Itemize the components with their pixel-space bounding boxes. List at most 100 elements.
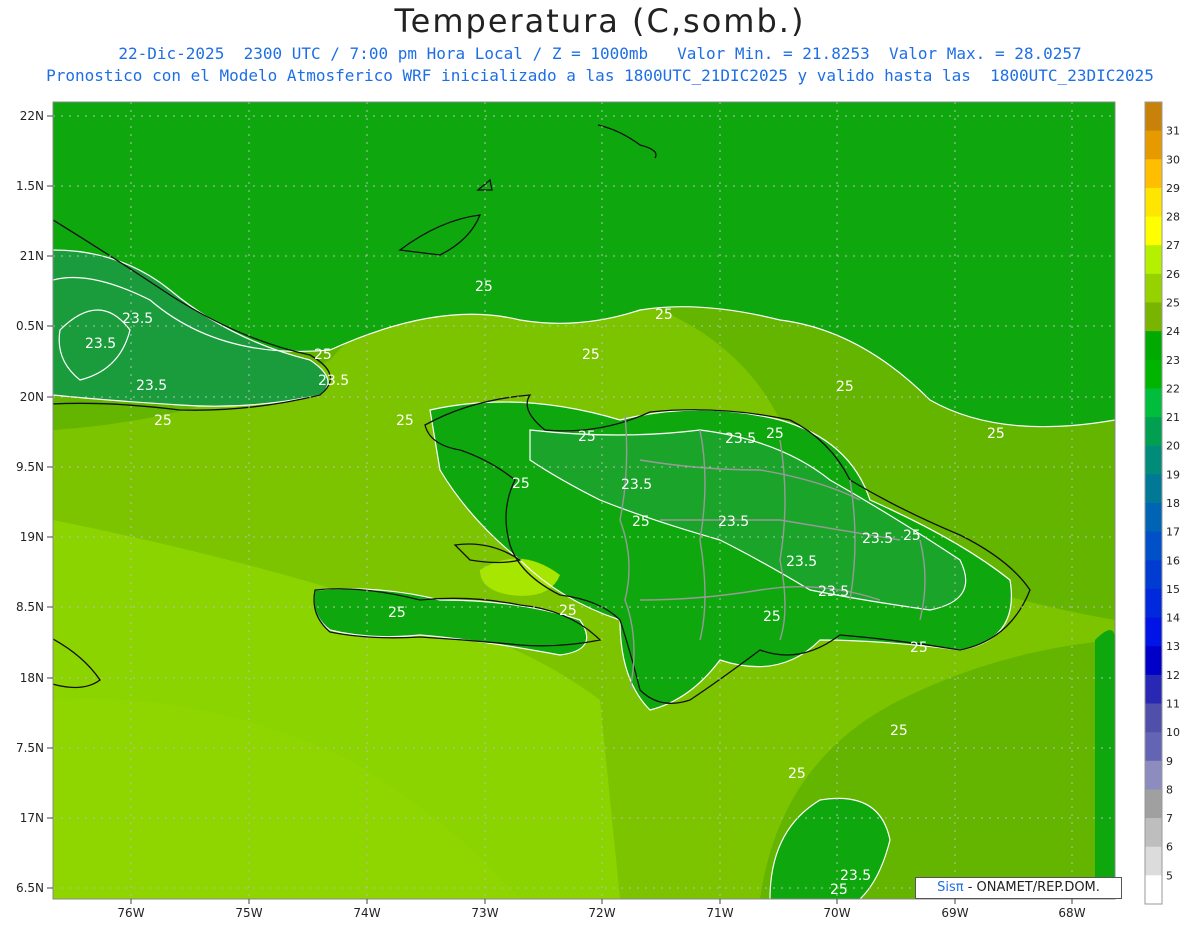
legend-swatch [1145, 245, 1162, 275]
contour-label: 25 [766, 426, 784, 442]
contour-label: 25 [559, 603, 577, 619]
color-legend: 31 30 29 28 27 26 25 24 23 22 21 20 19 18 17 16 15 14 13 12… [1144, 101, 1180, 905]
legend-label: 5 [1166, 869, 1173, 882]
contour-label: 25 [154, 413, 172, 429]
legend-swatch [1145, 273, 1162, 303]
legend-swatch [1145, 359, 1162, 389]
legend-swatch [1145, 789, 1162, 819]
lat-tick-label: 6.5N [16, 881, 44, 895]
legend-label: 27 [1166, 239, 1180, 252]
contour-label: 23.5 [786, 554, 817, 570]
contour-label: 23.5 [136, 378, 167, 394]
contour-label: 23.5 [621, 477, 652, 493]
legend-label: 16 [1166, 554, 1180, 567]
legend-label: 14 [1166, 612, 1180, 625]
legend-swatch [1145, 417, 1162, 447]
contour-label: 25 [890, 723, 908, 739]
longitude-axis: 76W 75W 74W 73W 72W 71W 70W 69W 68W [117, 906, 1085, 920]
legend-swatch [1145, 388, 1162, 418]
contour-label: 23.5 [718, 514, 749, 530]
legend-swatch [1145, 331, 1162, 361]
legend-label: 9 [1166, 755, 1173, 768]
lat-tick-label: 7.5N [16, 741, 44, 755]
contour-label: 25 [910, 640, 928, 656]
legend-label: 29 [1166, 182, 1180, 195]
contour-label: 25 [763, 609, 781, 625]
contour-label: 23.5 [818, 584, 849, 600]
lon-tick-label: 68W [1058, 906, 1085, 920]
legend-label: 24 [1166, 325, 1180, 338]
legend-swatch [1145, 503, 1162, 533]
lon-tick-label: 69W [941, 906, 968, 920]
lat-tick-label: 22N [20, 109, 44, 123]
contour-label: 25 [632, 514, 650, 530]
lat-tick-label: 18N [20, 671, 44, 685]
legend-label: 8 [1166, 783, 1173, 796]
legend-label: 11 [1166, 698, 1180, 711]
legend-label: 22 [1166, 382, 1180, 395]
contour-label: 25 [836, 379, 854, 395]
contour-label: 25 [388, 605, 406, 621]
legend-swatch [1145, 302, 1162, 332]
legend-label: 19 [1166, 468, 1180, 481]
legend-swatch [1145, 102, 1162, 132]
contour-label: 23.5 [85, 336, 116, 352]
lat-tick-label: 0.5N [16, 319, 44, 333]
sispi-logo: Sisπ [937, 880, 964, 895]
contour-label: 25 [582, 347, 600, 363]
lat-tick-label: 19N [20, 530, 44, 544]
lat-tick-label: 1.5N [16, 179, 44, 193]
legend-swatch [1145, 187, 1162, 218]
map-plot-area: 25 25 25 25 25 25 25 25 25 25 25 25 25 2… [53, 102, 1115, 899]
legend-label: 21 [1166, 411, 1180, 424]
lon-tick-label: 75W [235, 906, 262, 920]
legend-label: 25 [1166, 297, 1180, 310]
contour-label: 25 [788, 766, 806, 782]
contour-label: 25 [655, 307, 673, 323]
legend-label: 30 [1166, 153, 1180, 166]
credit-text: - ONAMET/REP.DOM. [963, 880, 1100, 895]
lat-tick-label: 9.5N [16, 460, 44, 474]
contour-label: 25 [830, 882, 848, 898]
contour-label: 23.5 [122, 311, 153, 327]
contour-label: 23.5 [318, 373, 349, 389]
legend-swatch [1145, 818, 1162, 848]
legend-label: 26 [1166, 268, 1180, 281]
contour-label: 23.5 [725, 431, 756, 447]
lon-tick-label: 70W [823, 906, 850, 920]
legend-swatch [1145, 732, 1162, 762]
contour-label: 25 [396, 413, 414, 429]
field-east-edge [1095, 630, 1115, 899]
latitude-axis: 22N 1.5N 21N 0.5N 20N 9.5N 19N 8.5N 18N … [16, 109, 44, 895]
lon-tick-label: 72W [588, 906, 615, 920]
lat-tick-label: 21N [20, 249, 44, 263]
legend-label: 15 [1166, 583, 1180, 596]
lon-tick-label: 74W [353, 906, 380, 920]
legend-label: 20 [1166, 440, 1180, 453]
temperature-map: 25 25 25 25 25 25 25 25 25 25 25 25 25 2… [16, 101, 1180, 920]
legend-label: 13 [1166, 640, 1180, 653]
contour-label: 25 [512, 476, 530, 492]
lat-tick-label: 8.5N [16, 600, 44, 614]
legend-label: 23 [1166, 354, 1180, 367]
legend-swatch [1145, 703, 1162, 733]
legend-swatch [1145, 875, 1162, 905]
legend-label: 7 [1166, 812, 1173, 825]
legend-label: 12 [1166, 669, 1180, 682]
legend-swatch [1145, 646, 1162, 676]
legend-swatch [1145, 130, 1162, 160]
lat-tick-label: 20N [20, 390, 44, 404]
contour-label: 25 [314, 347, 332, 363]
legend-swatch [1145, 846, 1162, 876]
legend-swatch [1145, 531, 1162, 561]
legend-swatch [1145, 445, 1162, 475]
legend-swatch [1145, 588, 1162, 619]
legend-label: 31 [1166, 125, 1180, 138]
legend-swatch [1145, 674, 1162, 704]
legend-swatch [1145, 560, 1162, 590]
legend-swatch [1145, 617, 1162, 647]
contour-label: 25 [578, 429, 596, 445]
legend-label: 17 [1166, 526, 1180, 539]
legend-label: 6 [1166, 841, 1173, 854]
legend-swatch [1145, 474, 1162, 504]
